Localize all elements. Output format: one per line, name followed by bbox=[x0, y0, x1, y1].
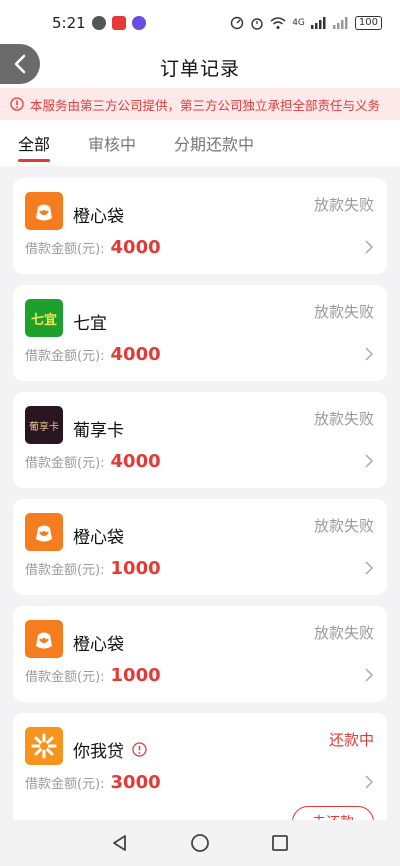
amount-value: 1000 bbox=[110, 665, 161, 686]
amount-label: 借款金额(元): bbox=[25, 777, 105, 792]
order-status: 放款失败 bbox=[313, 196, 374, 214]
niwodai-logo-icon bbox=[25, 727, 63, 765]
nav-bar: 订单记录 bbox=[0, 44, 400, 88]
amount-label: 借款金额(元): bbox=[25, 349, 105, 364]
system-nav-bar bbox=[0, 820, 400, 866]
amount-label: 借款金额(元): bbox=[25, 456, 105, 471]
order-card[interactable]: 橙心袋 放款失败 借款金额(元): 4000 bbox=[13, 178, 387, 274]
amount-row: 借款金额(元): 4000 bbox=[25, 451, 161, 472]
tab-reviewing[interactable]: 审核中 bbox=[88, 120, 136, 166]
app-notification-icon bbox=[111, 16, 126, 30]
order-status: 放款失败 bbox=[313, 410, 374, 428]
orange-bag-logo-icon bbox=[25, 192, 63, 230]
wechat-icon bbox=[91, 16, 106, 30]
top-area: 5:21 4G 100 订单记录 本服务由第三方公司提供，第三方公司独立承担全部… bbox=[0, 0, 400, 166]
order-name: 七宜 bbox=[73, 314, 107, 334]
chevron-right-icon bbox=[365, 668, 374, 682]
logo-text: 七宜 bbox=[30, 312, 57, 328]
order-card[interactable]: 你我贷 还款中 借款金额(元): 3000 去还款 bbox=[13, 713, 387, 838]
order-card[interactable]: 葡享卡 葡享卡 放款失败 借款金额(元): 4000 bbox=[13, 392, 387, 488]
amount-value: 1000 bbox=[110, 558, 161, 579]
back-button[interactable] bbox=[0, 44, 40, 84]
tab-installment-repaying[interactable]: 分期还款中 bbox=[174, 120, 254, 166]
status-time: 5:21 bbox=[52, 14, 86, 32]
amount-row: 借款金额(元): 4000 bbox=[25, 237, 161, 258]
alarm-icon bbox=[251, 18, 263, 30]
order-name-row: 你我贷 bbox=[73, 737, 147, 762]
order-card[interactable]: 橙心袋 放款失败 借款金额(元): 1000 bbox=[13, 606, 387, 702]
order-status: 放款失败 bbox=[313, 517, 374, 535]
speed-icon bbox=[231, 16, 244, 30]
nav-recents-icon[interactable] bbox=[270, 833, 290, 853]
amount-row: 借款金额(元): 1000 bbox=[25, 558, 161, 579]
nav-back-icon[interactable] bbox=[110, 833, 130, 853]
order-name: 你我贷 bbox=[73, 742, 124, 762]
tab-all[interactable]: 全部 bbox=[18, 120, 51, 166]
order-name: 橙心袋 bbox=[73, 207, 124, 227]
amount-row: 借款金额(元): 4000 bbox=[25, 344, 161, 365]
order-name: 葡享卡 bbox=[73, 421, 124, 441]
amount-value: 4000 bbox=[110, 344, 161, 365]
logo-text: 葡享卡 bbox=[29, 421, 59, 433]
amount-label: 借款金额(元): bbox=[25, 242, 105, 257]
network-type-label: 4G bbox=[292, 18, 305, 28]
order-card[interactable]: 七宜 七宜 放款失败 借款金额(元): 4000 bbox=[13, 285, 387, 381]
status-right: 4G 100 bbox=[230, 16, 382, 30]
tab-bar: 全部 审核中 分期还款中 bbox=[0, 120, 400, 166]
orange-bag-logo-icon bbox=[25, 513, 63, 551]
signal-icon bbox=[310, 17, 326, 29]
amount-value: 3000 bbox=[110, 772, 161, 793]
chevron-right-icon bbox=[365, 454, 374, 468]
signal-2-icon bbox=[332, 17, 348, 29]
amount-value: 4000 bbox=[110, 451, 161, 472]
battery-indicator: 100 bbox=[354, 16, 382, 30]
order-status: 放款失败 bbox=[313, 624, 374, 642]
order-status: 还款中 bbox=[328, 731, 374, 749]
orange-bag-logo-icon bbox=[25, 620, 63, 658]
notice-text: 本服务由第三方公司提供，第三方公司独立承担全部责任与义务 bbox=[30, 97, 381, 113]
chevron-right-icon bbox=[365, 240, 374, 254]
amount-label: 借款金额(元): bbox=[25, 670, 105, 685]
amount-row: 借款金额(元): 1000 bbox=[25, 665, 161, 686]
chevron-right-icon bbox=[365, 561, 374, 575]
wifi-icon bbox=[270, 16, 286, 29]
info-alert-icon[interactable] bbox=[132, 742, 147, 757]
amount-value: 4000 bbox=[110, 237, 161, 258]
page-title: 订单记录 bbox=[159, 57, 240, 80]
warning-icon bbox=[10, 97, 24, 111]
amount-row: 借款金额(元): 3000 bbox=[25, 772, 161, 793]
order-name: 橙心袋 bbox=[73, 528, 124, 548]
notice-banner: 本服务由第三方公司提供，第三方公司独立承担全部责任与义务 bbox=[0, 88, 400, 120]
amount-label: 借款金额(元): bbox=[25, 563, 105, 578]
chevron-right-icon bbox=[365, 347, 374, 361]
order-list: 橙心袋 放款失败 借款金额(元): 4000 七宜 七宜 放款失败 借款金额(元… bbox=[0, 166, 400, 838]
qiyi-logo-icon: 七宜 bbox=[25, 299, 63, 337]
order-name: 橙心袋 bbox=[73, 635, 124, 655]
status-bar: 5:21 4G 100 bbox=[0, 0, 400, 46]
status-left: 5:21 bbox=[52, 14, 146, 32]
app-badge-icon bbox=[131, 16, 146, 30]
chevron-right-icon bbox=[365, 775, 374, 789]
order-card[interactable]: 橙心袋 放款失败 借款金额(元): 1000 bbox=[13, 499, 387, 595]
back-arrow-icon bbox=[14, 54, 26, 74]
order-status: 放款失败 bbox=[313, 303, 374, 321]
nav-home-icon[interactable] bbox=[190, 833, 210, 853]
puxiangka-logo-icon: 葡享卡 bbox=[25, 406, 63, 444]
